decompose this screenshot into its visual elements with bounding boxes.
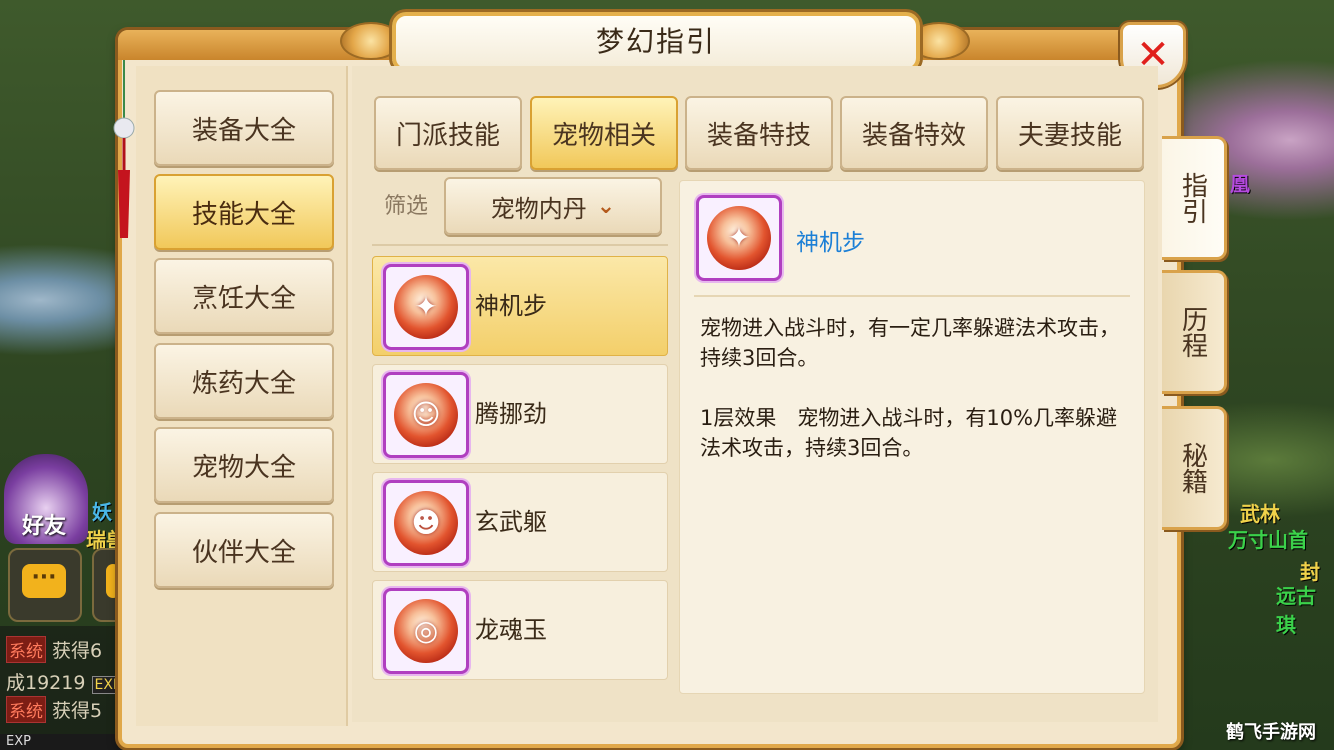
skill-list-item[interactable]: ◎ 龙魂玉 (372, 580, 668, 680)
detail-level-effect: 1层效果 宠物进入战斗时，有10%几率躲避法术攻击，持续3回合。 (700, 406, 1118, 460)
chat-line-2: 成19219 EXP (6, 668, 125, 695)
filter-dropdown[interactable]: 宠物内丹 ⌄ (444, 177, 662, 235)
filter-selected-value: 宠物内丹 (490, 194, 587, 223)
system-tag-2: 系统 (6, 696, 46, 723)
skill-name: 玄武躯 (475, 508, 547, 536)
bg-text-2: 武林 (1240, 502, 1280, 526)
menu-item-skills[interactable]: 技能大全 (154, 174, 334, 250)
dialog-title: 梦幻指引 (595, 25, 716, 58)
menu-item-alchemy[interactable]: 炼药大全 (154, 343, 334, 419)
bg-text-6: 妖 (92, 500, 112, 524)
chat-line-2-text: 成19219 (6, 672, 86, 694)
title-plate: 梦幻指引 (392, 12, 920, 72)
side-tab-guide[interactable]: 指引 (1162, 136, 1227, 260)
chat-line-3: 系统 获得5 (6, 696, 102, 723)
menu-item-cooking[interactable]: 烹饪大全 (154, 258, 334, 334)
skill-name: 龙魂玉 (475, 616, 547, 644)
list-divider (372, 244, 668, 246)
friend-label: 好友 (22, 514, 67, 539)
bg-text-5: 远古琪 (1276, 584, 1316, 637)
category-menu: 装备大全 技能大全 烹饪大全 炼药大全 宠物大全 伙伴大全 (136, 66, 348, 726)
watermark: 鹤飞手游网 (1226, 722, 1316, 743)
detail-divider (694, 295, 1130, 297)
tab-pet-related[interactable]: 宠物相关 (530, 96, 678, 170)
skill-list-item[interactable]: ☺ 腾挪劲 (372, 364, 668, 464)
tab-equipment-stunts[interactable]: 装备特技 (685, 96, 833, 170)
skill-name: 腾挪劲 (475, 400, 547, 428)
exp-bar: EXP (0, 734, 130, 750)
menu-item-pets[interactable]: 宠物大全 (154, 427, 334, 503)
skill-list-item[interactable]: ☻ 玄武躯 (372, 472, 668, 572)
tab-couple-skills[interactable]: 夫妻技能 (996, 96, 1144, 170)
chat-button[interactable]: ··· (8, 548, 82, 622)
skill-name: 神机步 (475, 292, 547, 320)
skill-icon-tengnuojin: ☺ (383, 372, 469, 458)
tassel-ornament (113, 60, 135, 238)
tab-sect-skills[interactable]: 门派技能 (374, 96, 522, 170)
detail-description: 宠物进入战斗时，有一定几率躲避法术攻击，持续3回合。 (700, 316, 1120, 370)
skill-list-item[interactable]: ✦ 神机步 (372, 256, 668, 356)
skill-icon-xuanwuqu: ☻ (383, 480, 469, 566)
detail-skill-icon: ✦ (696, 195, 782, 281)
skill-detail-panel: ✦ 神机步 宠物进入战斗时，有一定几率躲避法术攻击，持续3回合。 1层效果 宠物… (679, 180, 1145, 694)
side-tab-secrets[interactable]: 秘籍 (1162, 406, 1227, 530)
friend-avatar[interactable]: 好友 (4, 454, 88, 544)
filter-label: 筛选 (384, 194, 429, 219)
bg-text-1: 凰 (1230, 172, 1250, 196)
chat-log: 系统 获得6 成19219 EXP 系统 获得5 EXP (0, 626, 130, 750)
tab-equipment-effects[interactable]: 装备特效 (840, 96, 988, 170)
menu-item-partners[interactable]: 伙伴大全 (154, 512, 334, 588)
skill-icon-shenjibu: ✦ (383, 264, 469, 350)
system-tag: 系统 (6, 636, 46, 663)
detail-skill-name: 神机步 (796, 230, 865, 256)
chat-line-1-text: 获得6 (52, 640, 103, 662)
chat-line-1: 系统 获得6 (6, 636, 102, 663)
chevron-down-icon: ⌄ (596, 193, 616, 219)
chat-icon: ··· (22, 564, 66, 598)
chat-line-3-text: 获得5 (52, 700, 103, 722)
exp-bar-label: EXP (6, 734, 31, 749)
bg-text-3: 万寸山首 (1228, 528, 1308, 552)
skill-icon-longhunyu: ◎ (383, 588, 469, 674)
side-tab-history[interactable]: 历程 (1162, 270, 1227, 394)
menu-item-equipment[interactable]: 装备大全 (154, 90, 334, 166)
